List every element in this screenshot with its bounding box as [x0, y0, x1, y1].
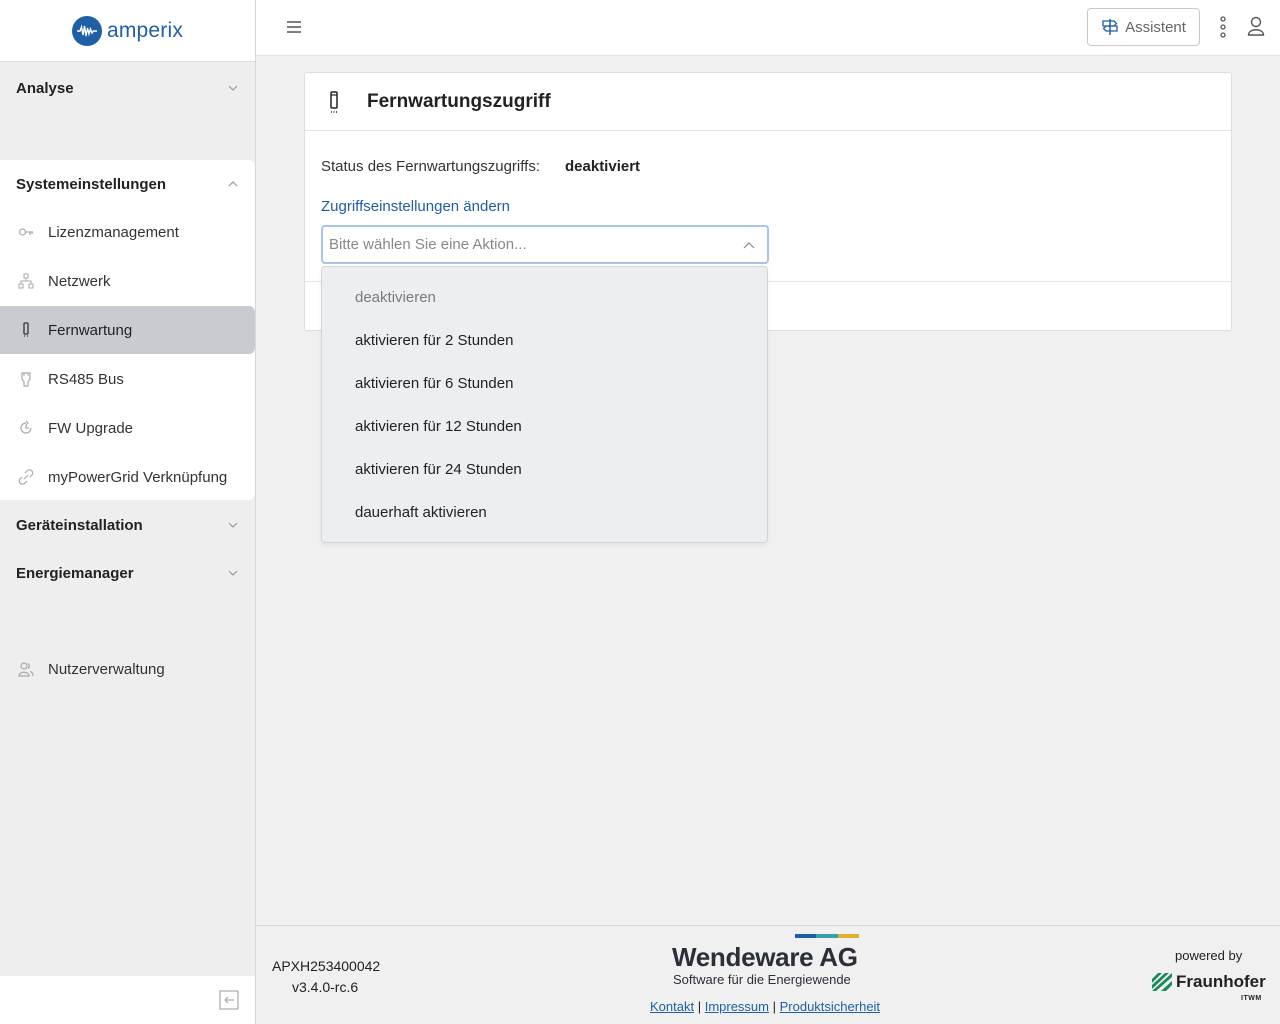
company-name: Wendeware AG — [672, 942, 858, 972]
brand-name: amperix — [106, 18, 184, 42]
fraunhofer-mark-icon — [1152, 973, 1172, 991]
nav-group-label: Geräteinstallation — [16, 516, 143, 534]
nav-group-analyse[interactable]: Analyse — [0, 64, 255, 112]
firmware-version: v3.4.0-rc.6 — [292, 979, 359, 995]
nav-group-label: Analyse — [16, 79, 74, 97]
sidebar-item-fw-upgrade[interactable]: FW Upgrade — [0, 404, 255, 452]
sidebar-item-label: FW Upgrade — [48, 419, 134, 437]
fraunhofer-logo: Fraunhofer — [1152, 972, 1266, 992]
status-label: Status des Fernwartungszugriffs: — [321, 158, 540, 175]
assistant-button[interactable]: Assistent — [1087, 8, 1200, 46]
sidebar-item-label: RS485 Bus — [48, 370, 124, 388]
top-bar: Assistent — [256, 0, 1280, 56]
produktsicherheit-link[interactable]: Produktsicherheit — [780, 999, 880, 1014]
action-dropdown-menu: deaktivieren aktivieren für 2 Stunden ak… — [321, 266, 768, 543]
action-select[interactable]: Bitte wählen Sie eine Aktion... — [321, 225, 769, 264]
nav-group-geraeteinstallation[interactable]: Geräteinstallation — [0, 501, 255, 549]
option-2-stunden[interactable]: aktivieren für 2 Stunden — [355, 332, 513, 349]
users-icon — [18, 661, 34, 677]
sidebar-item-label: Fernwartung — [48, 321, 133, 339]
sidebar-item-lizenzmanagement[interactable]: Lizenzmanagement — [0, 208, 255, 256]
option-dauerhaft[interactable]: dauerhaft aktivieren — [355, 504, 487, 521]
more-options-icon[interactable] — [1216, 16, 1230, 38]
sidebar-item-netzwerk[interactable]: Netzwerk — [0, 257, 255, 305]
chevron-up-icon — [228, 181, 238, 187]
systemeinstellungen-panel: Systemeinstellungen Lizenzmanagement Net… — [0, 160, 255, 500]
impressum-link[interactable]: Impressum — [705, 999, 769, 1014]
amperix-logo-icon — [71, 15, 102, 46]
sidebar-item-label: Nutzerverwaltung — [48, 660, 165, 678]
plug-icon — [18, 371, 34, 387]
page-footer: APXH253400042 v3.4.0-rc.6 Wendeware AG S… — [256, 925, 1280, 1024]
nav-group-label: Energiemanager — [16, 564, 134, 582]
network-icon — [18, 273, 34, 289]
chevron-down-icon — [228, 570, 238, 576]
sidebar-item-fernwartung[interactable]: Fernwartung — [0, 306, 255, 354]
nav-group-systemeinstellungen[interactable]: Systemeinstellungen — [0, 160, 255, 208]
sidebar-item-nutzerverwaltung[interactable]: Nutzerverwaltung — [0, 645, 255, 693]
sidebar-item-label: myPowerGrid Verknüpfung — [48, 468, 228, 486]
option-deaktivieren: deaktivieren — [355, 289, 436, 306]
status-value: deaktiviert — [565, 158, 641, 175]
chevron-down-icon — [228, 85, 238, 91]
option-24-stunden[interactable]: aktivieren für 24 Stunden — [355, 461, 522, 478]
card-header: Fernwartungszugriff — [305, 73, 1231, 131]
option-12-stunden[interactable]: aktivieren für 12 Stunden — [355, 418, 522, 435]
action-select-placeholder: Bitte wählen Sie eine Aktion... — [329, 236, 527, 253]
remote-icon — [18, 322, 34, 338]
option-6-stunden[interactable]: aktivieren für 6 Stunden — [355, 375, 513, 392]
wendeware-logo-bars — [795, 934, 859, 938]
remote-icon — [330, 90, 338, 113]
sidebar-item-rs485-bus[interactable]: RS485 Bus — [0, 355, 255, 403]
chevron-down-icon — [228, 522, 238, 528]
brand-logo[interactable]: amperix — [0, 0, 255, 62]
assistant-button-label: Assistent — [1125, 18, 1186, 36]
card-title: Fernwartungszugriff — [367, 90, 551, 112]
key-icon — [18, 224, 34, 240]
hamburger-menu-icon[interactable] — [286, 19, 302, 35]
nav-group-energiemanager[interactable]: Energiemanager — [0, 549, 255, 597]
sidebar-footer — [0, 976, 255, 1024]
sidebar: amperix Analyse Systemeinstellungen Lize… — [0, 0, 256, 1024]
nav-group-label: Systemeinstellungen — [16, 175, 167, 193]
sidebar-item-label: Lizenzmanagement — [48, 223, 179, 241]
company-tagline: Software für die Energiewende — [673, 972, 851, 987]
sidebar-item-label: Netzwerk — [48, 272, 111, 290]
device-serial: APXH253400042 — [272, 958, 381, 974]
partner-name: Fraunhofer — [1176, 972, 1266, 991]
user-profile-icon[interactable] — [1247, 16, 1265, 36]
kontakt-link[interactable]: Kontakt — [650, 999, 694, 1014]
sidebar-item-mypowergrid[interactable]: myPowerGrid Verknüpfung — [0, 453, 255, 501]
link-icon — [18, 469, 34, 485]
chevron-up-icon — [743, 242, 755, 249]
partner-subname: ITWM — [1241, 995, 1262, 1002]
change-settings-label: Zugriffseinstellungen ändern — [321, 198, 511, 215]
footer-links: Kontakt | Impressum | Produktsicherheit — [650, 999, 881, 1014]
collapse-sidebar-icon[interactable] — [219, 990, 239, 1010]
signpost-icon — [1102, 19, 1118, 35]
refresh-icon — [18, 420, 34, 436]
powered-by-label: powered by — [1175, 948, 1243, 963]
